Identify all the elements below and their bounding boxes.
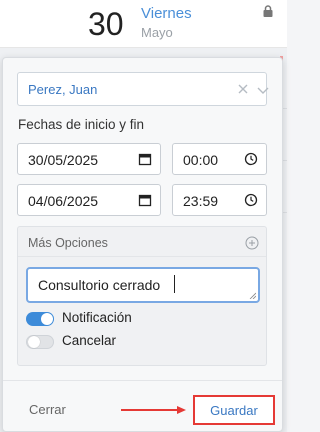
save-button-label: Guardar: [210, 403, 258, 418]
dates-label: Fechas de inicio y fin: [18, 117, 145, 132]
start-time-input[interactable]: 00:00: [172, 143, 267, 175]
day-name: Viernes: [141, 5, 192, 22]
end-date-value: 04/06/2025: [28, 193, 99, 209]
end-date-input[interactable]: 04/06/2025: [17, 184, 161, 216]
clock-icon[interactable]: [244, 193, 258, 207]
note-text: Consultorio cerrado: [38, 277, 161, 293]
clock-icon[interactable]: [244, 152, 258, 166]
more-options-title: Más Opciones: [28, 236, 108, 250]
resize-handle-icon[interactable]: [249, 292, 256, 299]
plus-circle-icon[interactable]: [245, 236, 259, 250]
cancel-label: Cancelar: [62, 333, 117, 348]
cancel-toggle[interactable]: [26, 335, 54, 349]
toggle-knob: [28, 336, 40, 348]
user-select-value: Perez, Juan: [28, 82, 98, 97]
footer-divider: [3, 380, 282, 381]
start-date-value: 30/05/2025: [28, 152, 99, 168]
notification-label: Notificación: [62, 310, 132, 325]
calendar-icon[interactable]: [138, 193, 152, 207]
save-button[interactable]: Guardar: [193, 395, 275, 425]
note-textarea[interactable]: Consultorio cerrado: [26, 267, 260, 303]
notification-toggle[interactable]: [26, 312, 54, 326]
day-number: 30: [88, 6, 124, 42]
start-time-value: 00:00: [183, 152, 219, 168]
chevron-down-icon[interactable]: [256, 83, 270, 97]
lock-icon: [263, 5, 273, 17]
calendar-day-header: 30 Viernes Mayo: [0, 0, 287, 48]
more-options-header[interactable]: Más Opciones: [18, 227, 266, 257]
user-select[interactable]: Perez, Juan: [17, 72, 270, 106]
red-arrow-annotation: [121, 406, 186, 414]
start-date-input[interactable]: 30/05/2025: [17, 143, 161, 175]
toggle-knob: [41, 313, 53, 325]
text-caret: [174, 275, 175, 293]
month-name: Mayo: [141, 25, 173, 40]
end-time-value: 23:59: [183, 193, 219, 209]
end-time-input[interactable]: 23:59: [172, 184, 267, 216]
calendar-icon[interactable]: [138, 152, 152, 166]
close-button[interactable]: Cerrar: [29, 402, 66, 417]
close-icon[interactable]: [236, 82, 250, 96]
event-popup: Perez, Juan Fechas de inicio y fin 30/05…: [2, 57, 283, 432]
more-options-panel: Más Opciones Consultorio cerrado Notific…: [17, 226, 267, 366]
